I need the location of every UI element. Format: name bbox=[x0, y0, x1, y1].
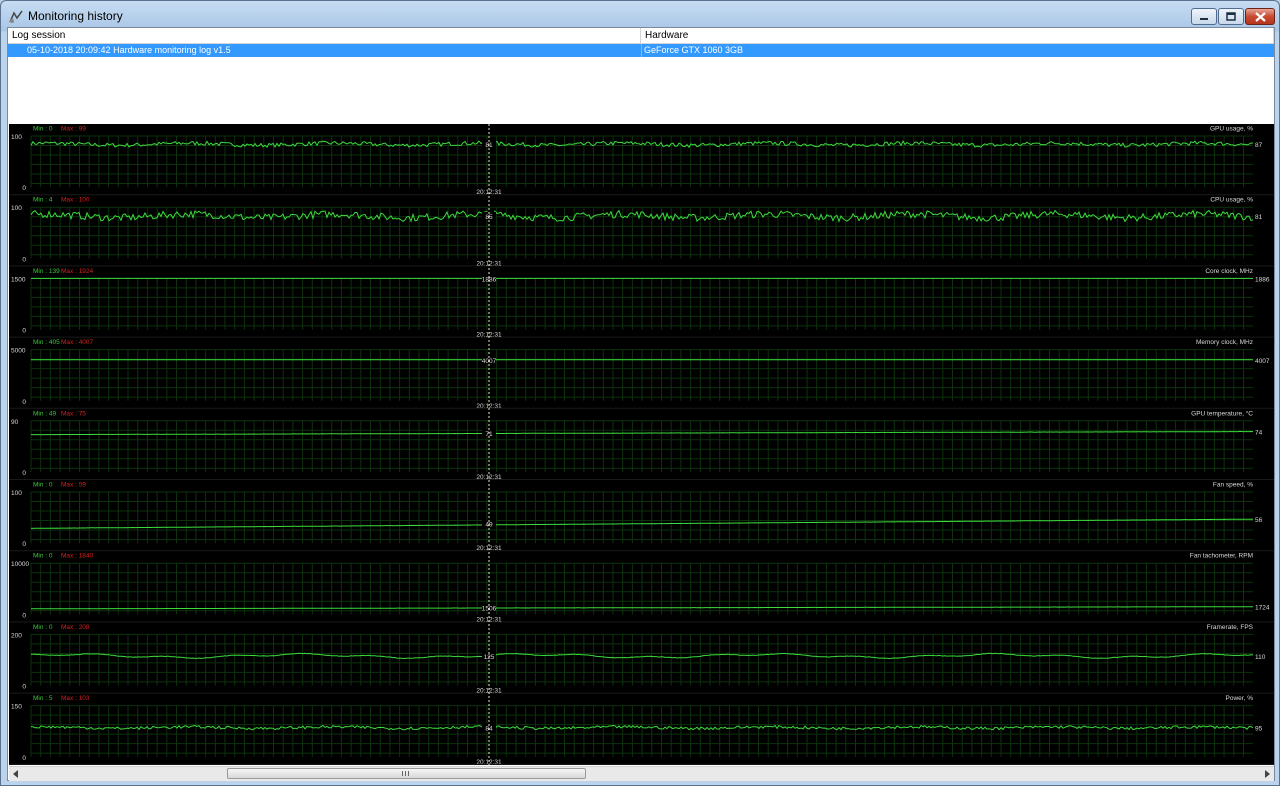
close-button[interactable] bbox=[1245, 8, 1275, 25]
graph-min-label: Min : 405 bbox=[33, 339, 60, 346]
maximize-button[interactable] bbox=[1218, 8, 1244, 25]
graph-title: Fan tachometer, RPM bbox=[1190, 553, 1253, 560]
graph-title: Memory clock, MHz bbox=[1196, 339, 1253, 346]
log-session-cell: 05-10-2018 20:09:42 Hardware monitoring … bbox=[27, 45, 231, 55]
graph-title: Fan speed, % bbox=[1213, 482, 1253, 489]
scroll-thumb[interactable] bbox=[227, 768, 586, 779]
scroll-left-button[interactable] bbox=[9, 767, 23, 781]
grip-icon bbox=[402, 771, 411, 776]
graph-y-min: 0 bbox=[22, 612, 26, 619]
graph-current-value: 81 bbox=[1255, 214, 1263, 221]
monitoring-history-window: Monitoring history Log session Hardware … bbox=[0, 0, 1280, 786]
horizontal-scrollbar[interactable] bbox=[9, 766, 1274, 781]
graph-min-label: Min : 5 bbox=[33, 695, 53, 702]
graph-max-label: Max : 1840 bbox=[61, 553, 94, 560]
graph-min-label: Min : 0 bbox=[33, 553, 53, 560]
graph-y-max: 200 bbox=[11, 632, 22, 639]
arrow-left-icon bbox=[13, 770, 18, 778]
graph-current-value: 1724 bbox=[1255, 605, 1270, 612]
graph-max-label: Max : 59 bbox=[61, 482, 86, 489]
graph-current-value: 4007 bbox=[1255, 358, 1270, 365]
graph-min-label: Min : 0 bbox=[33, 126, 53, 133]
graph-min-label: Min : 139 bbox=[33, 268, 60, 275]
graph-max-label: Max : 100 bbox=[61, 197, 90, 204]
log-session-list[interactable]: Log session Hardware 05-10-2018 20:09:42… bbox=[8, 28, 1274, 122]
graph-current-value: 95 bbox=[1255, 726, 1263, 733]
graph-title: GPU temperature, °C bbox=[1191, 409, 1253, 417]
graph-current-value: 74 bbox=[1255, 430, 1263, 437]
graph-y-min: 0 bbox=[22, 684, 26, 691]
graph-y-max: 5000 bbox=[11, 348, 26, 355]
graph-y-min: 0 bbox=[22, 256, 26, 263]
graph-max-label: Max : 99 bbox=[61, 126, 86, 133]
graph-y-max: 10000 bbox=[11, 561, 29, 568]
graph-y-max: 100 bbox=[11, 134, 22, 141]
close-icon bbox=[1254, 11, 1266, 22]
graph-y-min: 0 bbox=[22, 470, 26, 477]
graph-min-label: Min : 0 bbox=[33, 482, 53, 489]
client-area: Log session Hardware 05-10-2018 20:09:42… bbox=[7, 27, 1275, 781]
arrow-right-icon bbox=[1265, 770, 1270, 778]
minimize-icon bbox=[1200, 17, 1208, 20]
graph-y-min: 0 bbox=[22, 328, 26, 335]
graph-y-min: 0 bbox=[22, 399, 26, 406]
log-session-row[interactable]: 05-10-2018 20:09:42 Hardware monitoring … bbox=[8, 44, 1274, 57]
graph-y-max: 150 bbox=[11, 704, 22, 711]
graph-min-label: Min : 49 bbox=[33, 410, 57, 417]
monitor-icon bbox=[9, 10, 23, 23]
graph-y-min: 0 bbox=[22, 541, 26, 548]
graph-current-value: 1886 bbox=[1255, 276, 1270, 283]
graph-title: GPU usage, % bbox=[1210, 126, 1253, 133]
graph-max-label: Max : 75 bbox=[61, 410, 86, 417]
graph-title: CPU usage, % bbox=[1210, 197, 1253, 204]
graph-title: Core clock, MHz bbox=[1205, 268, 1253, 275]
graph-y-min: 0 bbox=[22, 755, 26, 762]
graph-title: Power, % bbox=[1226, 695, 1254, 702]
graph-min-label: Min : 4 bbox=[33, 197, 53, 204]
graph-y-max: 90 bbox=[11, 419, 19, 426]
graph-y-max: 1500 bbox=[11, 276, 26, 283]
window-title: Monitoring history bbox=[28, 9, 123, 23]
column-header-log-session[interactable]: Log session bbox=[8, 28, 641, 44]
graph-current-value: 110 bbox=[1255, 654, 1266, 661]
monitoring-graphs[interactable]: Min : 0Max : 99GPU usage, %10008720:12:3… bbox=[9, 124, 1274, 765]
graph-max-label: Max : 208 bbox=[61, 624, 90, 631]
graph-min-label: Min : 0 bbox=[33, 624, 53, 631]
graph-max-label: Max : 103 bbox=[61, 695, 90, 702]
minimize-button[interactable] bbox=[1191, 8, 1217, 25]
graph-current-value: 56 bbox=[1255, 517, 1263, 524]
graph-y-min: 0 bbox=[22, 185, 26, 192]
maximize-icon bbox=[1226, 12, 1236, 21]
graph-current-value: 87 bbox=[1255, 142, 1263, 149]
graph-max-label: Max : 4007 bbox=[61, 339, 94, 346]
graphs-canvas[interactable]: Min : 0Max : 99GPU usage, %10008720:12:3… bbox=[9, 124, 1274, 765]
column-header-hardware[interactable]: Hardware bbox=[641, 28, 1274, 44]
hardware-cell: GeForce GTX 1060 3GB bbox=[641, 44, 743, 57]
graph-y-max: 100 bbox=[11, 490, 22, 497]
graph-y-max: 100 bbox=[11, 205, 22, 212]
graph-title: Framerate, FPS bbox=[1207, 624, 1254, 631]
graph-max-label: Max : 1924 bbox=[61, 268, 94, 275]
scroll-right-button[interactable] bbox=[1260, 767, 1274, 781]
